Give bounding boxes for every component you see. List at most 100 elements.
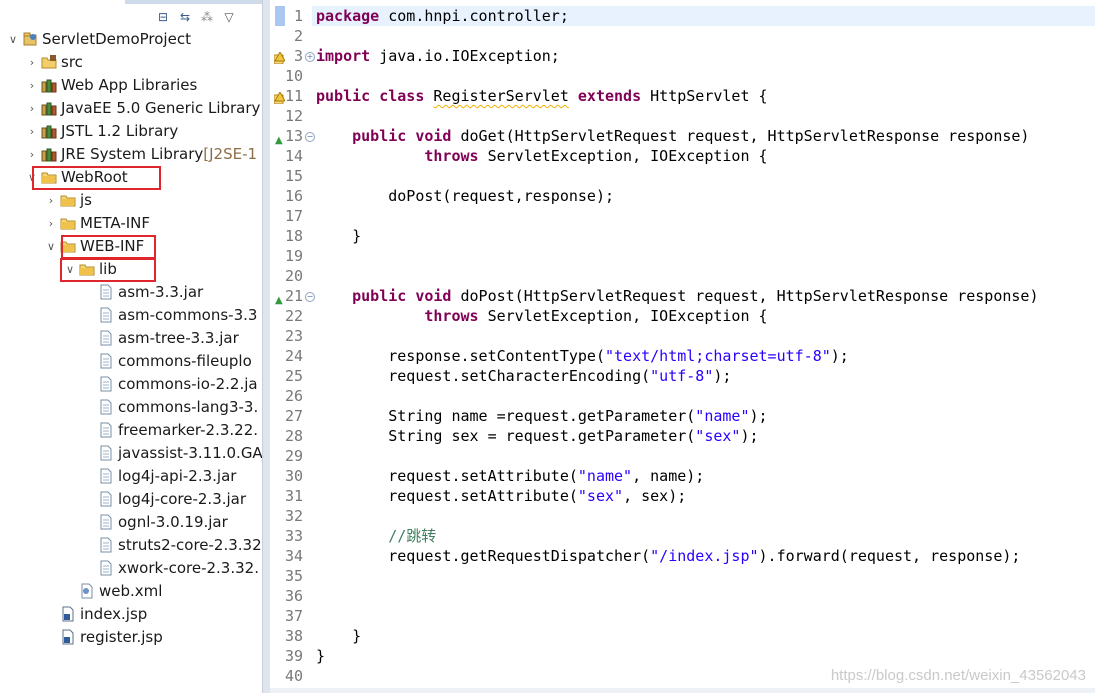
code-line[interactable]: 12 bbox=[270, 106, 1095, 126]
tree-item[interactable]: struts2-core-2.3.32 bbox=[82, 534, 262, 556]
code-token: doPost(HttpServletRequest request, HttpS… bbox=[451, 287, 1039, 305]
line-number: 35 bbox=[284, 567, 303, 585]
code-line[interactable]: 31 request.setAttribute("sex", sex); bbox=[270, 486, 1095, 506]
tree-item[interactable]: › src bbox=[25, 51, 83, 73]
code-line[interactable]: 34 request.getRequestDispatcher("/index.… bbox=[270, 546, 1095, 566]
view-menu-icon[interactable]: ▽ bbox=[221, 9, 237, 25]
code-token: ); bbox=[713, 367, 732, 385]
java-editor[interactable]: 1 package com.hnpi.controller; 2 3 + import j… bbox=[270, 0, 1095, 693]
code-line[interactable]: 14 throws ServletException, IOException … bbox=[270, 146, 1095, 166]
tree-item[interactable]: commons-io-2.2.ja bbox=[82, 373, 258, 395]
code-line[interactable]: 38 } bbox=[270, 626, 1095, 646]
jar-file-icon bbox=[98, 284, 114, 300]
collapse-fold-icon[interactable]: − bbox=[305, 132, 315, 142]
code-line[interactable]: 30 request.setAttribute("name", name); bbox=[270, 466, 1095, 486]
code-line[interactable]: 17 bbox=[270, 206, 1095, 226]
code-line[interactable]: 21 ▲ − public void doPost(HttpServletReque… bbox=[270, 286, 1095, 306]
tree-item[interactable]: asm-tree-3.3.jar bbox=[82, 327, 239, 349]
code-token: request.setCharacterEncoding( bbox=[316, 367, 651, 385]
string-token: "/index.jsp" bbox=[650, 547, 759, 565]
code-text: public class RegisterServlet extends Htt… bbox=[316, 86, 768, 106]
code-line[interactable]: 28 String sex = request.getParameter("se… bbox=[270, 426, 1095, 446]
warning-icon[interactable] bbox=[273, 49, 286, 65]
tree-item[interactable]: asm-commons-3.3 bbox=[82, 304, 257, 326]
code-line[interactable]: 26 bbox=[270, 386, 1095, 406]
code-line[interactable]: 36 bbox=[270, 586, 1095, 606]
code-line[interactable]: 35 bbox=[270, 566, 1095, 586]
collapsed-chevron-icon[interactable]: › bbox=[25, 102, 39, 115]
code-line[interactable]: 10 bbox=[270, 66, 1095, 86]
collapsed-chevron-icon[interactable]: › bbox=[44, 194, 58, 207]
code-line[interactable]: 19 bbox=[270, 246, 1095, 266]
keyword-token: package bbox=[316, 7, 380, 25]
code-line[interactable]: 16 doPost(request,response); bbox=[270, 186, 1095, 206]
keyword-token: throws bbox=[424, 307, 479, 325]
tree-item[interactable]: ognl-3.0.19.jar bbox=[82, 511, 228, 533]
code-line[interactable]: 25 request.setCharacterEncoding("utf-8")… bbox=[270, 366, 1095, 386]
code-line[interactable]: 3 + import java.io.IOException; bbox=[270, 46, 1095, 66]
code-text: String name =request.getParameter("name"… bbox=[316, 406, 767, 426]
warning-icon[interactable] bbox=[273, 89, 286, 105]
tree-item-label: asm-3.3.jar bbox=[118, 283, 204, 301]
tree-item[interactable]: register.jsp bbox=[44, 626, 163, 648]
expanded-chevron-icon[interactable]: ∨ bbox=[44, 240, 58, 253]
tree-item[interactable]: commons-fileuplo bbox=[82, 350, 252, 372]
collapsed-chevron-icon[interactable]: › bbox=[44, 217, 58, 230]
collapsed-chevron-icon[interactable]: › bbox=[25, 56, 39, 69]
code-text: request.setCharacterEncoding("utf-8"); bbox=[316, 366, 731, 386]
tree-item[interactable]: log4j-core-2.3.jar bbox=[82, 488, 246, 510]
tree-item-label: ognl-3.0.19.jar bbox=[118, 513, 228, 531]
code-line[interactable]: 39} bbox=[270, 646, 1095, 666]
code-line[interactable]: 11 public class RegisterServlet extends H… bbox=[270, 86, 1095, 106]
code-line[interactable]: 15 bbox=[270, 166, 1095, 186]
code-line[interactable]: 24 response.setContentType("text/html;ch… bbox=[270, 346, 1095, 366]
code-line[interactable]: 20 bbox=[270, 266, 1095, 286]
tree-item[interactable]: › JRE System Library [J2SE-1 bbox=[25, 143, 257, 165]
tree-item[interactable]: log4j-api-2.3.jar bbox=[82, 465, 236, 487]
collapse-fold-icon[interactable]: − bbox=[305, 292, 315, 302]
tree-item[interactable]: index.jsp bbox=[44, 603, 147, 625]
code-line[interactable]: 13 ▲ − public void doGet(HttpServletReques… bbox=[270, 126, 1095, 146]
tree-item[interactable]: › META-INF bbox=[44, 212, 150, 234]
tree-item[interactable]: javassist-3.11.0.GA bbox=[82, 442, 262, 464]
code-token: com.hnpi.controller; bbox=[379, 7, 569, 25]
filters-icon[interactable]: ⁂ bbox=[199, 9, 215, 25]
collapse-all-icon[interactable]: ⊟ bbox=[155, 9, 171, 25]
library-icon bbox=[41, 100, 57, 116]
tree-item[interactable]: › Web App Libraries bbox=[25, 74, 198, 96]
code-line[interactable]: 33 //跳转 bbox=[270, 526, 1095, 546]
line-number: 15 bbox=[284, 167, 303, 185]
code-line[interactable]: 27 String name =request.getParameter("na… bbox=[270, 406, 1095, 426]
tree-item[interactable]: › JSTL 1.2 Library bbox=[25, 120, 179, 142]
tree-item[interactable]: › js bbox=[44, 189, 92, 211]
link-with-editor-icon[interactable]: ⇆ bbox=[177, 9, 193, 25]
collapsed-chevron-icon[interactable]: › bbox=[25, 125, 39, 138]
package-explorer: ⊟ ⇆ ⁂ ▽ ∨ ServletDemoProject › src › Web App … bbox=[0, 0, 262, 693]
code-line[interactable]: 37 bbox=[270, 606, 1095, 626]
code-line[interactable]: 29 bbox=[270, 446, 1095, 466]
expand-fold-icon[interactable]: + bbox=[305, 52, 315, 62]
code-line[interactable]: 18 } bbox=[270, 226, 1095, 246]
keyword-token: import bbox=[316, 47, 371, 65]
code-line[interactable]: 32 bbox=[270, 506, 1095, 526]
tree-item[interactable]: asm-3.3.jar bbox=[82, 281, 203, 303]
tree-item[interactable]: commons-lang3-3. bbox=[82, 396, 258, 418]
collapsed-chevron-icon[interactable]: › bbox=[25, 148, 39, 161]
code-line[interactable]: 22 throws ServletException, IOException … bbox=[270, 306, 1095, 326]
expanded-chevron-icon[interactable]: ∨ bbox=[6, 33, 20, 46]
tree-item[interactable]: web.xml bbox=[63, 580, 162, 602]
string-token: "name" bbox=[695, 407, 750, 425]
tree-item[interactable]: freemarker-2.3.22. bbox=[82, 419, 258, 441]
code-token: response.setContentType( bbox=[316, 347, 605, 365]
code-line[interactable]: 23 bbox=[270, 326, 1095, 346]
jar-file-icon bbox=[98, 422, 114, 438]
collapsed-chevron-icon[interactable]: › bbox=[25, 79, 39, 92]
line-number: 16 bbox=[284, 187, 303, 205]
tree-item[interactable]: › JavaEE 5.0 Generic Library bbox=[25, 97, 261, 119]
code-line[interactable]: 2 bbox=[270, 26, 1095, 46]
code-line[interactable]: 1 package com.hnpi.controller; bbox=[270, 6, 1095, 26]
tree-item[interactable]: xwork-core-2.3.32. bbox=[82, 557, 259, 579]
tree-item[interactable]: ∨ ServletDemoProject bbox=[6, 28, 191, 50]
